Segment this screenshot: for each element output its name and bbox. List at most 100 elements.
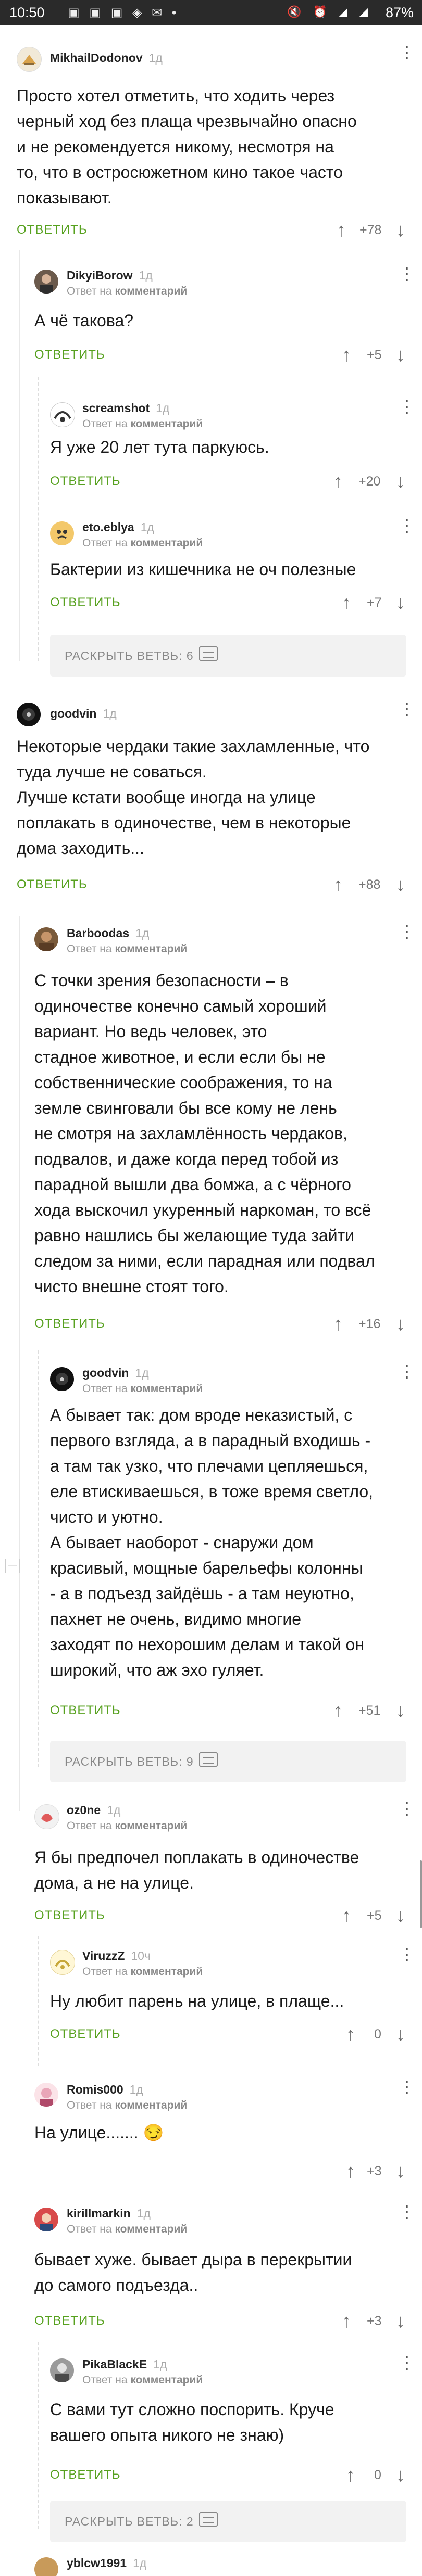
reply-button[interactable]: ОТВЕТИТЬ <box>50 2027 121 2042</box>
more-options-icon[interactable]: ⋮ <box>399 2354 415 2371</box>
more-options-icon[interactable]: ⋮ <box>399 1946 415 1962</box>
avatar[interactable] <box>50 2358 74 2382</box>
comment: screamshot 1д Ответ на комментарий ⋮ Я уж… <box>0 382 422 510</box>
avatar[interactable] <box>50 402 75 427</box>
comment-text: С вами тут сложно поспорить. Круче вашег… <box>50 2400 334 2444</box>
comment-author[interactable]: ViruzzZ 10ч <box>82 1949 151 1963</box>
reply-to-label: Ответ на комментарий <box>67 1820 188 1832</box>
upvote-icon[interactable]: ↑ <box>342 346 351 364</box>
upvote-icon[interactable]: ↑ <box>342 593 351 612</box>
comment-score: 0 <box>374 2027 381 2042</box>
avatar[interactable] <box>34 2208 58 2231</box>
avatar[interactable] <box>17 47 42 72</box>
comment-author[interactable]: eto.eblya 1д <box>82 520 154 534</box>
more-options-icon[interactable]: ⋮ <box>399 2203 415 2220</box>
comment-score: +88 <box>358 877 381 892</box>
upvote-icon[interactable]: ↑ <box>337 221 346 239</box>
upvote-icon[interactable]: ↑ <box>346 2466 355 2484</box>
comment-author[interactable]: Barboodas 1д <box>67 926 149 940</box>
downvote-icon[interactable]: ↓ <box>396 1315 405 1333</box>
upvote-icon[interactable]: ↑ <box>342 2312 351 2330</box>
comments-icon <box>199 2512 218 2527</box>
reply-button[interactable]: ОТВЕТИТЬ <box>34 1908 105 1923</box>
expand-thread-button[interactable]: РАСКРЫТЬ ВЕТВЬ: 2 <box>50 2501 406 2542</box>
upvote-icon[interactable]: ↑ <box>346 2025 355 2044</box>
upvote-icon[interactable]: ↑ <box>333 1315 343 1333</box>
reply-to-label: Ответ на комментарий <box>67 285 188 297</box>
avatar[interactable] <box>50 1367 74 1391</box>
reply-to-label: Ответ на комментарий <box>67 2099 188 2111</box>
reply-button[interactable]: ОТВЕТИТЬ <box>34 1317 105 1331</box>
reply-button[interactable]: ОТВЕТИТЬ <box>50 1703 121 1718</box>
reply-to-label: Ответ на комментарий <box>82 418 203 430</box>
more-options-icon[interactable]: ⋮ <box>399 923 415 940</box>
comment-author[interactable]: oz0ne 1д <box>67 1803 120 1817</box>
more-options-icon[interactable]: ⋮ <box>399 1363 415 1380</box>
reply-button[interactable]: ОТВЕТИТЬ <box>34 2314 105 2328</box>
downvote-icon[interactable]: ↓ <box>396 1701 405 1720</box>
expand-count: 9 <box>186 1755 194 1768</box>
downvote-icon[interactable]: ↓ <box>396 472 405 491</box>
comment-text: А чё такова? <box>34 311 134 330</box>
reply-button[interactable]: ОТВЕТИТЬ <box>17 223 88 237</box>
comment-author[interactable]: MikhailDodonov 1д <box>50 51 163 65</box>
more-options-icon[interactable]: ⋮ <box>399 398 415 415</box>
comment-author[interactable]: PikaBlackE 1д <box>82 2357 167 2371</box>
comment-author[interactable]: screamshot 1д <box>82 401 169 415</box>
comment-text: А бывает так: дом вроде неказистый, с пе… <box>50 1406 374 1679</box>
reply-button[interactable]: ОТВЕТИТЬ <box>50 595 121 610</box>
comment-author[interactable]: Romis000 1д <box>67 2083 143 2097</box>
downvote-icon[interactable]: ↓ <box>396 2162 405 2180</box>
avatar[interactable] <box>34 927 58 951</box>
reply-button[interactable]: ОТВЕТИТЬ <box>50 2468 121 2482</box>
avatar[interactable] <box>34 2557 58 2576</box>
comment-text: Бактерии из кишечника не оч полезные <box>50 560 356 579</box>
downvote-icon[interactable]: ↓ <box>396 2466 405 2484</box>
expand-thread-button[interactable]: РАСКРЫТЬ ВЕТВЬ: 6 <box>50 635 406 677</box>
upvote-icon[interactable]: ↑ <box>333 1701 343 1720</box>
comment-author[interactable]: goodvin 1д <box>82 1366 149 1380</box>
reply-button[interactable]: ОТВЕТИТЬ <box>17 877 88 892</box>
comment-author[interactable]: goodvin 1д <box>50 707 117 721</box>
reply-button[interactable]: ОТВЕТИТЬ <box>50 474 121 489</box>
comment: Barboodas 1д Ответ на комментарий ⋮ С точ… <box>0 916 422 1348</box>
avatar[interactable] <box>34 1804 59 1829</box>
comment: Romis000 1д Ответ на комментарий ⋮ На ули… <box>0 2076 422 2191</box>
avatar[interactable] <box>50 521 74 545</box>
comment-author[interactable]: kirillmarkin 1д <box>67 2207 151 2221</box>
upvote-icon[interactable]: ↑ <box>346 2162 355 2180</box>
status-time: 10:50 <box>9 5 45 20</box>
downvote-icon[interactable]: ↓ <box>396 346 405 364</box>
more-options-icon[interactable]: ⋮ <box>399 2078 415 2095</box>
upvote-icon[interactable]: ↑ <box>333 472 343 491</box>
avatar[interactable] <box>34 2083 58 2107</box>
comment-author[interactable]: DikyiBorow 1д <box>67 269 153 283</box>
upvote-icon[interactable]: ↑ <box>342 1906 351 1925</box>
upvote-icon[interactable]: ↑ <box>333 875 343 894</box>
comment: PikaBlackE 1д Ответ на комментарий ⋮ С ва… <box>0 2347 422 2484</box>
comment-text: Ну любит парень на улице, в плаще... <box>50 1992 344 2010</box>
avatar[interactable] <box>34 270 58 294</box>
more-options-icon[interactable]: ⋮ <box>399 1800 415 1817</box>
avatar[interactable] <box>17 703 41 726</box>
comments-icon <box>199 1752 218 1767</box>
reply-button[interactable]: ОТВЕТИТЬ <box>34 348 105 362</box>
more-options-icon[interactable]: ⋮ <box>399 700 415 717</box>
comment-score: +16 <box>358 1317 381 1331</box>
downvote-icon[interactable]: ↓ <box>396 2025 405 2044</box>
more-options-icon[interactable]: ⋮ <box>399 44 415 60</box>
downvote-icon[interactable]: ↓ <box>396 1906 405 1925</box>
expand-thread-button[interactable]: РАСКРЫТЬ ВЕТВЬ: 9 <box>50 1741 406 1782</box>
downvote-icon[interactable]: ↓ <box>396 221 405 239</box>
more-options-icon[interactable]: ⋮ <box>399 517 415 534</box>
scrollbar-thumb[interactable] <box>420 1860 422 1928</box>
comment: kirillmarkin 1д Ответ на комментарий ⋮ бы… <box>0 2196 422 2337</box>
downvote-icon[interactable]: ↓ <box>396 2312 405 2330</box>
comment-text: бывает хуже. бывает дыра в перекрытии до… <box>34 2250 352 2294</box>
comment-author[interactable]: yblcw1991 1д <box>67 2556 146 2570</box>
downvote-icon[interactable]: ↓ <box>396 593 405 612</box>
avatar[interactable] <box>50 1950 75 1975</box>
more-options-icon[interactable]: ⋮ <box>399 265 415 282</box>
reply-to-label: Ответ на комментарий <box>82 537 203 549</box>
downvote-icon[interactable]: ↓ <box>396 875 405 894</box>
